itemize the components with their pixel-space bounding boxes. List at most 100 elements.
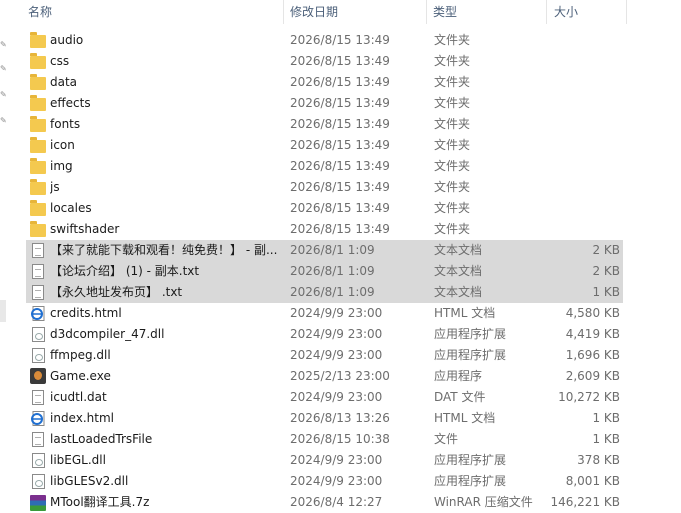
folder-icon: [30, 116, 46, 132]
file-icon: [32, 390, 44, 405]
file-size: 1,696 KB: [565, 348, 620, 362]
file-size: [526, 219, 620, 240]
file-name: lastLoadedTrsFile: [50, 432, 153, 446]
dll-icon: [32, 327, 45, 342]
folder-row[interactable]: effects 2026/8/15 13:49 文件夹: [26, 93, 623, 114]
modified-date: 2026/8/15 13:49: [290, 33, 390, 47]
file-row[interactable]: d3dcompiler_47.dll 2024/9/9 23:00 应用程序扩展 4,…: [26, 324, 623, 345]
sort-chevron-icon: ⌃: [148, 0, 156, 6]
column-header-type[interactable]: 类型: [433, 0, 457, 24]
folder-row[interactable]: swiftshader 2026/8/15 13:49 文件夹: [26, 219, 623, 240]
html-document-icon: [31, 411, 45, 426]
game-exe-icon: [30, 368, 46, 384]
file-name: d3dcompiler_47.dll: [50, 327, 165, 341]
file-size: 4,419 KB: [565, 327, 620, 341]
file-size: [526, 198, 620, 219]
file-name: css: [50, 54, 70, 68]
folder-row[interactable]: audio 2026/8/15 13:49 文件夹: [26, 30, 623, 51]
column-divider[interactable]: [546, 0, 547, 24]
dll-icon: [32, 474, 45, 489]
column-divider[interactable]: [426, 0, 427, 24]
pin-icon: ✎: [0, 90, 7, 99]
modified-date: 2026/8/4 12:27: [290, 495, 383, 509]
folder-row[interactable]: js 2026/8/15 13:49 文件夹: [26, 177, 623, 198]
folder-icon: [30, 53, 46, 69]
file-row[interactable]: 【来了就能下载和观看！纯免费！】 - 副... 2026/8/1 1:09 文本文档…: [26, 240, 623, 261]
column-header-name[interactable]: 名称: [28, 0, 52, 24]
folder-icon: [30, 32, 46, 48]
file-name: icudtl.dat: [50, 390, 107, 404]
file-row[interactable]: 【永久地址发布页】 .txt 2026/8/1 1:09 文本文档 1 KB: [26, 282, 623, 303]
modified-date: 2024/9/9 23:00: [290, 327, 383, 341]
folder-row[interactable]: img 2026/8/15 13:49 文件夹: [26, 156, 623, 177]
column-header-date[interactable]: 修改日期: [290, 0, 338, 24]
file-row[interactable]: lastLoadedTrsFile 2026/8/15 10:38 文件 1 KB: [26, 429, 623, 450]
text-document-icon: [32, 285, 44, 300]
file-name: index.html: [50, 411, 114, 425]
column-divider[interactable]: [283, 0, 284, 24]
modified-date: 2026/8/15 13:49: [290, 201, 390, 215]
scroll-edge: [0, 300, 6, 322]
file-size: [526, 114, 620, 135]
file-size: 1 KB: [592, 285, 620, 299]
file-name: js: [50, 180, 60, 194]
file-name: credits.html: [50, 306, 122, 320]
file-name: 【永久地址发布页】 .txt: [50, 285, 183, 299]
modified-date: 2026/8/15 13:49: [290, 222, 390, 236]
column-header-size[interactable]: 大小: [554, 0, 578, 24]
folder-row[interactable]: icon 2026/8/15 13:49 文件夹: [26, 135, 623, 156]
modified-date: 2025/2/13 23:00: [290, 369, 390, 383]
column-divider[interactable]: [626, 0, 627, 24]
file-size: [526, 30, 620, 51]
file-size: 2,609 KB: [565, 369, 620, 383]
file-row[interactable]: 【论坛介绍】 (1) - 副本.txt 2026/8/1 1:09 文本文档 2 KB: [26, 261, 623, 282]
file-row[interactable]: MTool翻译工具.7z 2026/8/4 12:27 WinRAR 压缩文件 146…: [26, 492, 623, 513]
folder-row[interactable]: css 2026/8/15 13:49 文件夹: [26, 51, 623, 72]
file-row[interactable]: index.html 2026/8/13 13:26 HTML 文档 1 KB: [26, 408, 623, 429]
pin-icon: ✎: [0, 116, 7, 125]
modified-date: 2026/8/15 13:49: [290, 138, 390, 152]
file-name: icon: [50, 138, 75, 152]
modified-date: 2026/8/15 13:49: [290, 75, 390, 89]
file-size: [526, 72, 620, 93]
file-size: [526, 177, 620, 198]
folder-icon: [30, 200, 46, 216]
file-name: MTool翻译工具.7z: [50, 495, 150, 509]
modified-date: 2024/9/9 23:00: [290, 390, 383, 404]
file-size: 2 KB: [592, 264, 620, 278]
folder-icon: [30, 221, 46, 237]
column-header-bar: 名称 ⌃ 修改日期 类型 大小: [0, 0, 681, 24]
file-icon: [32, 432, 44, 447]
modified-date: 2024/9/9 23:00: [290, 474, 383, 488]
dll-icon: [32, 348, 45, 363]
file-row[interactable]: libEGL.dll 2024/9/9 23:00 应用程序扩展 378 KB: [26, 450, 623, 471]
folder-row[interactable]: locales 2026/8/15 13:49 文件夹: [26, 198, 623, 219]
dll-icon: [32, 453, 45, 468]
file-name: Game.exe: [50, 369, 111, 383]
file-name: swiftshader: [50, 222, 120, 236]
folder-row[interactable]: fonts 2026/8/15 13:49 文件夹: [26, 114, 623, 135]
text-document-icon: [32, 243, 44, 258]
file-row[interactable]: libGLESv2.dll 2024/9/9 23:00 应用程序扩展 8,001 K…: [26, 471, 623, 492]
modified-date: 2026/8/1 1:09: [290, 285, 375, 299]
file-size: [526, 135, 620, 156]
file-size: [526, 156, 620, 177]
folder-icon: [30, 95, 46, 111]
file-row[interactable]: Game.exe 2025/2/13 23:00 应用程序 2,609 KB: [26, 366, 623, 387]
folder-icon: [30, 179, 46, 195]
file-row[interactable]: credits.html 2024/9/9 23:00 HTML 文档 4,580 K…: [26, 303, 623, 324]
file-size: 10,272 KB: [558, 390, 620, 404]
file-row[interactable]: ffmpeg.dll 2024/9/9 23:00 应用程序扩展 1,696 KB: [26, 345, 623, 366]
folder-row[interactable]: data 2026/8/15 13:49 文件夹: [26, 72, 623, 93]
file-name: libGLESv2.dll: [50, 474, 129, 488]
file-size: 146,221 KB: [550, 495, 620, 509]
modified-date: 2026/8/15 13:49: [290, 180, 390, 194]
html-document-icon: [31, 306, 45, 321]
modified-date: 2026/8/15 13:49: [290, 117, 390, 131]
file-row[interactable]: icudtl.dat 2024/9/9 23:00 DAT 文件 10,272 KB: [26, 387, 623, 408]
file-size: 8,001 KB: [565, 474, 620, 488]
folder-icon: [30, 158, 46, 174]
file-name: fonts: [50, 117, 81, 131]
modified-date: 2026/8/15 13:49: [290, 96, 390, 110]
file-size: [526, 93, 620, 114]
